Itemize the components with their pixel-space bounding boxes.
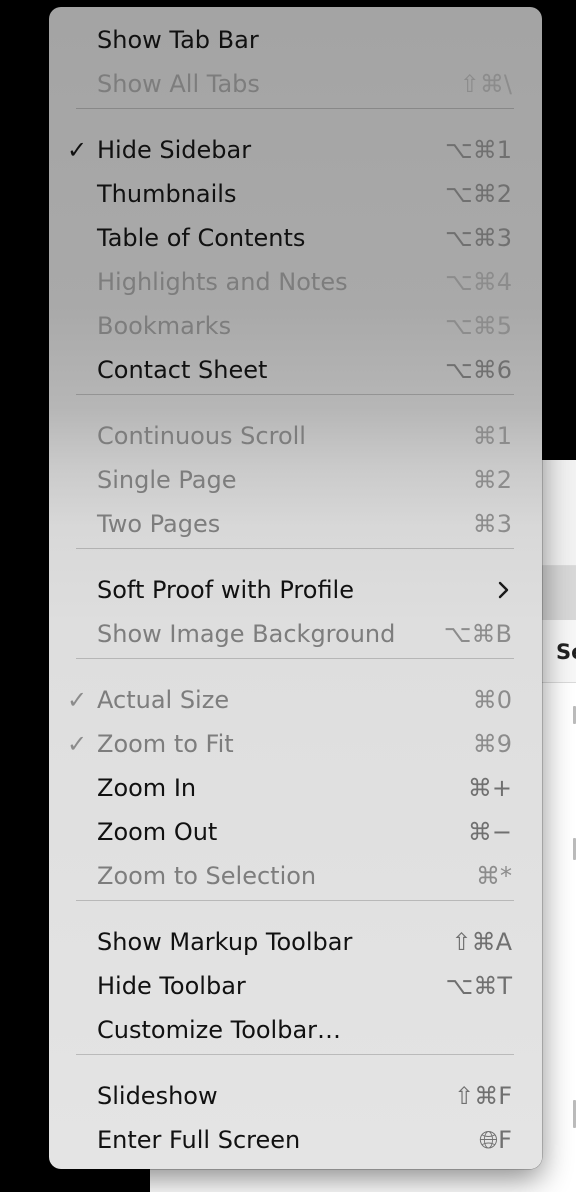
menu-item-shortcut: ⌘− xyxy=(467,818,512,846)
menu-item-hide-toolbar[interactable]: Hide Toolbar ⌥⌘T xyxy=(49,966,542,1006)
menu-item-two-pages: Two Pages ⌘3 xyxy=(49,504,542,544)
background-toolbar xyxy=(540,460,576,566)
menu-item-show-markup-toolbar[interactable]: Show Markup Toolbar ⇧⌘A xyxy=(49,922,542,962)
menu-item-shortcut: ⌘0 xyxy=(472,686,512,714)
checkmark-icon: ✓ xyxy=(67,686,88,714)
background-column-label: Se xyxy=(556,640,576,664)
menu-item-label: Thumbnails xyxy=(97,180,237,208)
menu-separator xyxy=(76,900,514,901)
menu-item-label: Customize Toolbar… xyxy=(97,1016,342,1044)
menu-item-label: Zoom to Selection xyxy=(97,862,317,890)
menu-item-label: Show Markup Toolbar xyxy=(97,928,353,956)
menu-item-label: Soft Proof with Profile xyxy=(97,576,354,604)
menu-item-label: Table of Contents xyxy=(97,224,306,252)
menu-item-show-all-tabs: Show All Tabs ⇧⌘\ xyxy=(49,64,542,104)
menu-item-slideshow[interactable]: Slideshow ⇧⌘F xyxy=(49,1076,542,1116)
menu-item-shortcut: ⇧⌘A xyxy=(451,928,512,956)
menu-item-label: Bookmarks xyxy=(97,312,232,340)
menu-item-shortcut: ⌥⌘B xyxy=(443,620,512,648)
menu-item-label: Slideshow xyxy=(97,1082,218,1110)
menu-item-shortcut: ⌘* xyxy=(476,862,512,890)
menu-item-label: Contact Sheet xyxy=(97,356,268,384)
menu-item-soft-proof-with-profile[interactable]: Soft Proof with Profile xyxy=(49,570,542,610)
menu-item-customize-toolbar[interactable]: Customize Toolbar… xyxy=(49,1010,542,1050)
menu-item-label: Continuous Scroll xyxy=(97,422,306,450)
menu-item-shortcut: ⌥⌘6 xyxy=(445,356,512,384)
menu-item-bookmarks: Bookmarks ⌥⌘5 xyxy=(49,306,542,346)
menu-separator xyxy=(76,658,514,659)
menu-item-shortcut: ⌥⌘2 xyxy=(445,180,512,208)
menu-item-label: Show All Tabs xyxy=(97,70,260,98)
menu-item-label: Two Pages xyxy=(97,510,221,538)
menu-item-shortcut: ⇧⌘\ xyxy=(459,70,512,98)
menu-item-label: Hide Sidebar xyxy=(97,136,252,164)
menu-separator xyxy=(76,108,514,109)
menu-item-shortcut: ⌘+ xyxy=(467,774,512,802)
menu-item-zoom-in[interactable]: Zoom In ⌘+ xyxy=(49,768,542,808)
menu-item-shortcut: ⌥⌘4 xyxy=(445,268,512,296)
menu-item-label: Hide Toolbar xyxy=(97,972,246,1000)
menu-item-label: Single Page xyxy=(97,466,237,494)
menu-item-label: Show Image Background xyxy=(97,620,396,648)
menu-item-zoom-to-selection: Zoom to Selection ⌘* xyxy=(49,856,542,896)
menu-item-show-image-background: Show Image Background ⌥⌘B xyxy=(49,614,542,654)
menu-item-shortcut: ⇧⌘F xyxy=(454,1082,512,1110)
menu-item-label: Actual Size xyxy=(97,686,230,714)
checkmark-icon: ✓ xyxy=(67,730,88,758)
menu-item-highlights-and-notes: Highlights and Notes ⌥⌘4 xyxy=(49,262,542,302)
menu-item-label: Show Tab Bar xyxy=(97,26,259,54)
menu-item-label: Enter Full Screen xyxy=(97,1126,301,1154)
menu-item-shortcut: ⌥⌘T xyxy=(445,972,512,1000)
menu-item-contact-sheet[interactable]: Contact Sheet ⌥⌘6 xyxy=(49,350,542,390)
menu-item-actual-size: ✓ Actual Size ⌘0 xyxy=(49,680,542,720)
menu-item-shortcut: 🌐︎F xyxy=(478,1126,512,1154)
menu-item-label: Zoom to Fit xyxy=(97,730,234,758)
menu-item-hide-sidebar[interactable]: ✓ Hide Sidebar ⌥⌘1 xyxy=(49,130,542,170)
menu-separator xyxy=(76,394,514,395)
menu-item-continuous-scroll: Continuous Scroll ⌘1 xyxy=(49,416,542,456)
menu-item-zoom-out[interactable]: Zoom Out ⌘− xyxy=(49,812,542,852)
menu-item-shortcut: ⌥⌘3 xyxy=(445,224,512,252)
menu-item-shortcut: ⌘2 xyxy=(472,466,512,494)
checkmark-icon: ✓ xyxy=(67,136,88,164)
menu-separator xyxy=(76,548,514,549)
menu-item-shortcut: ⌘3 xyxy=(472,510,512,538)
view-menu: Show Tab Bar Show All Tabs ⇧⌘\ ✓ Hide Sideba… xyxy=(49,7,542,1169)
menu-item-thumbnails[interactable]: Thumbnails ⌥⌘2 xyxy=(49,174,542,214)
menu-item-shortcut: ⌥⌘5 xyxy=(445,312,512,340)
menu-item-label: Highlights and Notes xyxy=(97,268,348,296)
menu-item-zoom-to-fit: ✓ Zoom to Fit ⌘9 xyxy=(49,724,542,764)
background-tab-strip xyxy=(540,566,576,620)
menu-item-shortcut: ⌥⌘1 xyxy=(445,136,512,164)
menu-item-shortcut: ⌘9 xyxy=(472,730,512,758)
menu-item-label: Zoom Out xyxy=(97,818,218,846)
menu-item-label: Zoom In xyxy=(97,774,197,802)
menu-item-single-page: Single Page ⌘2 xyxy=(49,460,542,500)
menu-item-enter-full-screen[interactable]: Enter Full Screen 🌐︎F xyxy=(49,1120,542,1160)
menu-item-shortcut: ⌘1 xyxy=(472,422,512,450)
menu-item-show-tab-bar[interactable]: Show Tab Bar xyxy=(49,20,542,60)
menu-separator xyxy=(76,1054,514,1055)
menu-item-table-of-contents[interactable]: Table of Contents ⌥⌘3 xyxy=(49,218,542,258)
chevron-right-icon xyxy=(498,581,509,599)
